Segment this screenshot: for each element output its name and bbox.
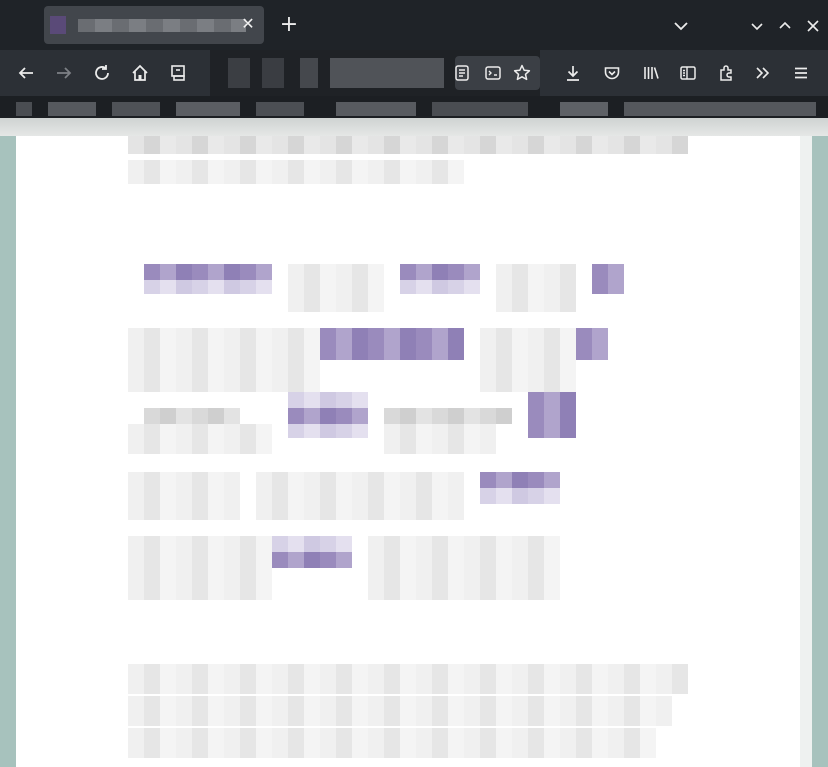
cell-text: [288, 264, 384, 312]
link-overline: [272, 536, 352, 552]
screenshot-icon[interactable]: [167, 62, 189, 84]
reload-icon[interactable]: [91, 62, 113, 84]
link-overline: [288, 392, 368, 408]
link-underline: [480, 488, 560, 504]
address-bar[interactable]: [210, 50, 540, 96]
list-all-tabs-icon[interactable]: [670, 15, 692, 37]
active-tab[interactable]: ✕: [44, 6, 264, 44]
bookmark-item[interactable]: [112, 102, 160, 116]
bookmark-item[interactable]: [176, 102, 240, 116]
cell-text: [480, 328, 576, 392]
link-text[interactable]: [528, 392, 576, 438]
url-text[interactable]: [222, 58, 456, 88]
link-text[interactable]: [288, 408, 368, 424]
close-window-icon[interactable]: [802, 15, 824, 37]
cell-text: [144, 408, 240, 424]
forward-icon[interactable]: [53, 62, 75, 84]
favicon-icon: [50, 16, 66, 34]
downloads-icon[interactable]: [562, 62, 584, 84]
cell-text: [384, 408, 512, 424]
new-tab-button[interactable]: +: [278, 14, 300, 37]
back-icon[interactable]: [15, 62, 37, 84]
cell-text: [128, 424, 272, 454]
cell-text: [128, 472, 240, 520]
navigation-toolbar: [0, 50, 828, 96]
extensions-icon[interactable]: [715, 62, 737, 84]
reader-view-icon[interactable]: [451, 62, 473, 84]
bookmark-item[interactable]: [624, 102, 816, 116]
link-text[interactable]: [480, 472, 560, 488]
cell-text: [368, 536, 560, 600]
bookmarks-toolbar: [0, 96, 828, 120]
home-icon[interactable]: [129, 62, 151, 84]
menu-icon[interactable]: [790, 62, 812, 84]
link-underline: [288, 424, 368, 438]
cell-text: [128, 536, 272, 600]
bookmark-star-icon[interactable]: [511, 62, 533, 84]
link-underline: [144, 280, 272, 294]
sidebar-icon[interactable]: [677, 62, 699, 84]
tab-strip: ✕ +: [0, 0, 828, 50]
paragraph-line: [128, 664, 688, 694]
minimize-icon[interactable]: [746, 15, 768, 37]
bookmark-item[interactable]: [16, 102, 32, 116]
cell-text: [496, 264, 576, 312]
close-tab-icon[interactable]: ✕: [240, 15, 256, 33]
page-viewport: [0, 120, 828, 767]
tab-title: [78, 19, 246, 32]
browser-window: ✕ +: [0, 0, 828, 767]
page-gutter: [800, 134, 812, 767]
web-page: [16, 120, 800, 767]
link-text[interactable]: [400, 264, 480, 280]
link-text[interactable]: [320, 328, 464, 360]
bookmark-item[interactable]: [560, 102, 608, 116]
paragraph-line: [128, 728, 656, 758]
cell-text: [128, 328, 320, 392]
translate-icon[interactable]: [482, 62, 504, 84]
link-text[interactable]: [592, 264, 624, 294]
paragraph-line: [128, 696, 672, 726]
pocket-icon[interactable]: [601, 62, 623, 84]
library-icon[interactable]: [640, 62, 662, 84]
overflow-icon[interactable]: [752, 62, 774, 84]
cell-text: [256, 472, 464, 520]
link-text[interactable]: [144, 264, 272, 280]
bookmark-item[interactable]: [256, 102, 304, 116]
intro-text-line: [128, 160, 464, 184]
cell-text: [384, 424, 496, 454]
link-text[interactable]: [576, 328, 608, 360]
page-top-fade: [0, 118, 828, 136]
bookmark-item[interactable]: [48, 102, 96, 116]
maximize-icon[interactable]: [774, 15, 796, 37]
link-underline: [400, 280, 480, 294]
bookmark-item[interactable]: [432, 102, 528, 116]
bookmark-item[interactable]: [336, 102, 416, 116]
link-text[interactable]: [272, 552, 352, 568]
address-bar-actions: [455, 56, 540, 90]
